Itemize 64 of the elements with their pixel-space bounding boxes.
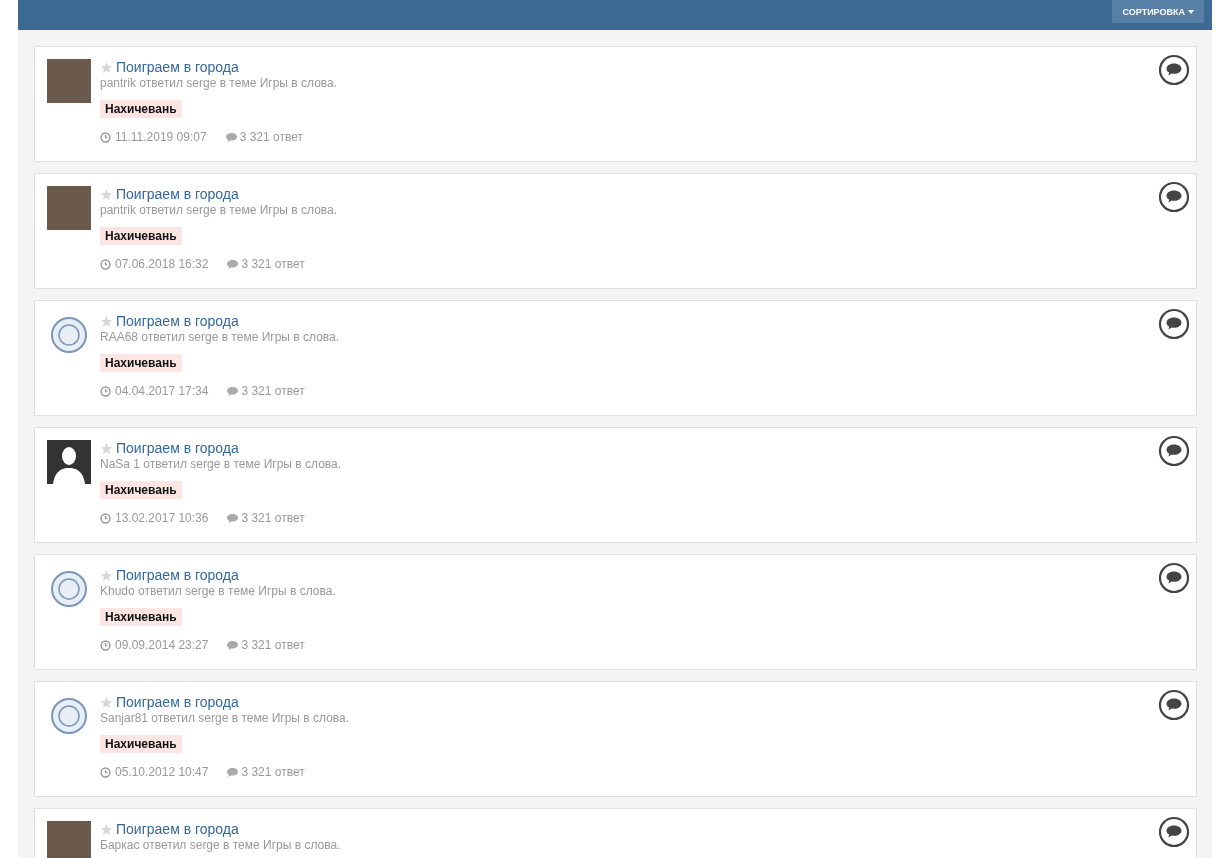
topic-tag[interactable]: Нахичевань: [100, 481, 182, 499]
star-icon[interactable]: [100, 822, 113, 836]
topic-byline: Баркас ответил serge в теме Игры в слова.: [100, 838, 341, 852]
star-icon[interactable]: [100, 314, 113, 328]
topic-tag[interactable]: Нахичевань: [100, 227, 182, 245]
topic-date: 09.09.2014 23:27: [115, 638, 209, 652]
topic-title-link[interactable]: Поиграем в города: [116, 567, 239, 583]
topic-byline: NaSa 1 ответил serge в теме Игры в слова.: [100, 457, 342, 471]
speech-bubble-icon: [226, 766, 240, 778]
reply-count: 3 321 ответ: [241, 384, 305, 398]
reply-count: 3 321 ответ: [241, 511, 305, 525]
topic-title-link[interactable]: Поиграем в города: [116, 821, 239, 837]
star-icon[interactable]: [100, 60, 113, 74]
topic-byline: Sanjar81 ответил serge в теме Игры в слова.: [100, 711, 350, 725]
clock-icon: [100, 512, 111, 524]
topic-date: 05.10.2012 10:47: [115, 765, 209, 779]
star-icon[interactable]: [100, 187, 113, 201]
avatar-photo-placeholder: [47, 186, 91, 230]
topic-byline: pantrik ответил serge в теме Игры в слова.: [100, 76, 338, 90]
chat-bubble-icon[interactable]: [1158, 689, 1190, 721]
speech-bubble-icon: [224, 131, 238, 143]
topic-byline: RAA68 ответил serge в теме Игры в слова.: [100, 330, 340, 344]
speech-bubble-icon: [226, 385, 240, 397]
chat-bubble-icon[interactable]: [1158, 308, 1190, 340]
topic-title-link[interactable]: Поиграем в города: [116, 313, 239, 329]
topic-tag[interactable]: Нахичевань: [100, 100, 182, 118]
speech-bubble-icon: [226, 512, 240, 524]
reply-count: 3 321 ответ: [239, 130, 303, 144]
chat-bubble-icon[interactable]: [1158, 435, 1190, 467]
reply-count: 3 321 ответ: [241, 257, 305, 271]
topic-tag[interactable]: Нахичевань: [100, 735, 182, 753]
avatar-silhouette-icon: [47, 440, 91, 484]
star-icon[interactable]: [100, 568, 113, 582]
clock-icon: [100, 258, 111, 270]
topic-date: 04.04.2017 17:34: [115, 384, 209, 398]
topic-tag[interactable]: Нахичевань: [100, 608, 182, 626]
reply-count: 3 321 ответ: [241, 765, 305, 779]
avatar-photo-placeholder: [47, 821, 91, 858]
reply-count: 3 321 ответ: [241, 638, 305, 652]
star-icon[interactable]: [100, 441, 113, 455]
speech-bubble-icon: [226, 639, 240, 651]
topic-tag[interactable]: Нахичевань: [100, 354, 182, 372]
chat-bubble-icon[interactable]: [1158, 54, 1190, 86]
chat-bubble-icon[interactable]: [1158, 181, 1190, 213]
topic-date: 07.06.2018 16:32: [115, 257, 209, 271]
chat-bubble-icon[interactable]: [1158, 562, 1190, 594]
topic-title-link[interactable]: Поиграем в города: [116, 694, 239, 710]
topic-date: 13.02.2017 10:36: [115, 511, 209, 525]
topic-title-link[interactable]: Поиграем в города: [116, 59, 239, 75]
topic-title-link[interactable]: Поиграем в города: [116, 440, 239, 456]
avatar-photo-placeholder: [47, 59, 91, 103]
clock-icon: [100, 131, 111, 143]
star-icon[interactable]: [100, 695, 113, 709]
speech-bubble-icon: [226, 258, 240, 270]
topic-byline: pantrik ответил serge в теме Игры в слова.: [100, 203, 338, 217]
sort-button[interactable]: СОРТИРОВКА: [1112, 0, 1204, 23]
clock-icon: [100, 385, 111, 397]
topic-byline: Khudo ответил serge в теме Игры в слова.: [100, 584, 336, 598]
caret-icon: [1188, 9, 1194, 14]
chat-bubble-icon[interactable]: [1158, 816, 1190, 848]
topic-date: 11.11.2019 09:07: [115, 130, 207, 144]
clock-icon: [100, 766, 111, 778]
clock-icon: [100, 639, 111, 651]
topic-title-link[interactable]: Поиграем в города: [116, 186, 239, 202]
